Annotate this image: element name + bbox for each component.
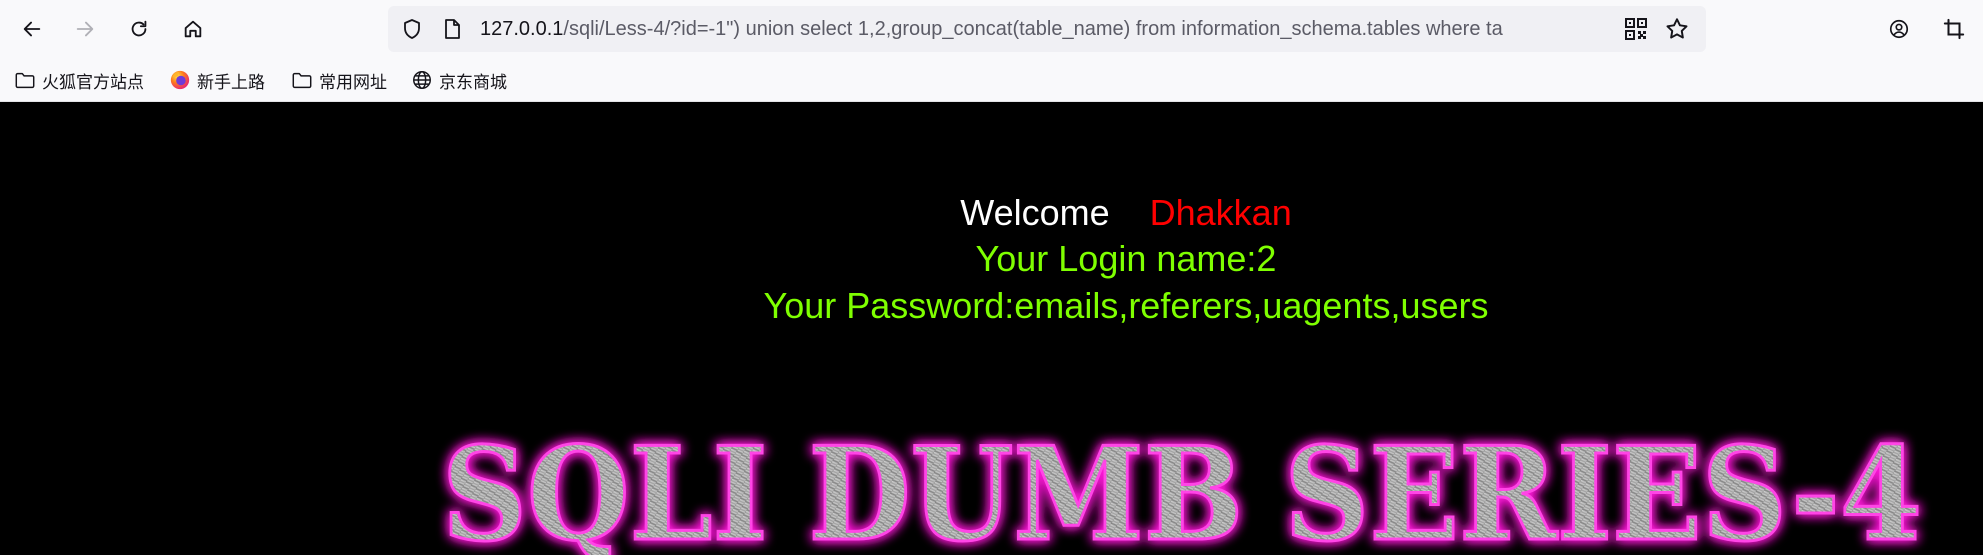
browser-chrome: 127.0.0.1/sqli/Less-4/?id=-1") union sel…	[0, 0, 1983, 102]
arrow-left-icon	[23, 21, 41, 37]
login-name-line: Your Login name:2	[975, 238, 1277, 279]
bookmark-getting-started[interactable]: 新手上路	[169, 66, 265, 94]
reload-button[interactable]	[121, 11, 157, 47]
sqli-banner: SQLI DUMB SERIES-4	[382, 424, 1982, 555]
url-host: 127.0.0.1	[480, 18, 564, 40]
firefox-icon	[170, 70, 190, 90]
bookmark-label: 京东商城	[439, 72, 507, 93]
banner-text: SQLI DUMB SERIES-4	[442, 424, 1922, 555]
account-button[interactable]	[1881, 11, 1917, 47]
home-icon	[184, 20, 202, 38]
globe-icon	[413, 71, 431, 89]
password-line: Your Password:emails,referers,uagents,us…	[763, 285, 1489, 326]
reload-icon	[131, 20, 147, 37]
page-content: Welcome Dhakkan Your Login name:2 Your Pa…	[0, 102, 1983, 555]
screenshot-button[interactable]	[1936, 11, 1972, 47]
folder-icon	[292, 72, 312, 89]
crop-icon	[1943, 18, 1965, 40]
banner-graphic: SQLI DUMB SERIES-4	[441, 424, 1924, 555]
folder-icon	[15, 72, 35, 89]
browser-toolbar: 127.0.0.1/sqli/Less-4/?id=-1") union sel…	[0, 0, 1983, 58]
welcome-line: Welcome Dhakkan	[0, 192, 1983, 234]
shield-icon[interactable]	[400, 17, 424, 41]
qr-code-icon[interactable]	[1624, 17, 1648, 41]
arrow-right-icon	[76, 21, 94, 37]
bookmark-label: 火狐官方站点	[42, 72, 144, 93]
url-text[interactable]: 127.0.0.1/sqli/Less-4/?id=-1") union sel…	[480, 6, 1602, 52]
bookmark-label: 常用网址	[319, 72, 387, 93]
bookmark-common-sites[interactable]: 常用网址	[291, 66, 387, 94]
bookmark-firefox-official[interactable]: 火狐官方站点	[14, 66, 144, 94]
bookmarks-bar: 火狐官方站点 新手上路 常用网址 京东商城	[0, 62, 1983, 98]
bookmark-label: 新手上路	[197, 72, 265, 93]
page-info-icon[interactable]	[440, 17, 464, 41]
back-button[interactable]	[14, 11, 50, 47]
bookmark-jd-mall[interactable]: 京东商城	[411, 66, 507, 94]
home-button[interactable]	[175, 11, 211, 47]
welcome-text: Welcome	[960, 192, 1110, 233]
bookmark-star-icon[interactable]	[1664, 16, 1690, 42]
user-name: Dhakkan	[1149, 192, 1292, 233]
url-path: /sqli/Less-4/?id=-1") union select 1,2,g…	[563, 18, 1503, 40]
forward-button[interactable]	[67, 11, 103, 47]
account-icon	[1889, 19, 1909, 39]
url-bar[interactable]: 127.0.0.1/sqli/Less-4/?id=-1") union sel…	[388, 6, 1706, 52]
